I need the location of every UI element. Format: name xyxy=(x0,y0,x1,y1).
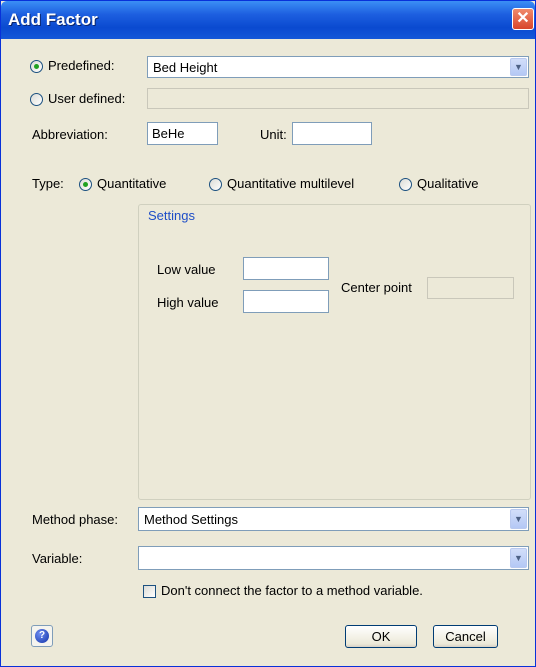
help-icon: ? xyxy=(35,629,49,643)
center-point-input[interactable] xyxy=(427,277,514,299)
settings-group xyxy=(138,204,531,500)
variable-label: Variable: xyxy=(32,551,83,566)
high-value-input[interactable] xyxy=(243,290,329,313)
chevron-down-icon[interactable]: ▼ xyxy=(510,548,527,568)
method-phase-select[interactable]: Method Settings ▼ xyxy=(138,507,529,531)
help-button[interactable]: ? xyxy=(31,625,53,647)
high-value-label: High value xyxy=(157,295,219,310)
type-quantitative-radio[interactable] xyxy=(79,178,92,191)
dont-connect-checkbox[interactable] xyxy=(143,585,156,598)
type-multilevel-label: Quantitative multilevel xyxy=(227,176,355,191)
method-phase-value: Method Settings xyxy=(144,512,238,527)
abbreviation-input[interactable]: BeHe xyxy=(147,122,218,145)
low-value-input[interactable] xyxy=(243,257,329,280)
add-factor-dialog: Add Factor ✕ Predefined: Bed Height ▼ Us… xyxy=(0,0,536,667)
method-phase-label: Method phase: xyxy=(32,512,119,527)
type-multilevel-radio[interactable] xyxy=(209,178,222,191)
dialog-title: Add Factor xyxy=(8,10,98,29)
user-defined-input[interactable] xyxy=(147,88,529,109)
settings-title: Settings xyxy=(148,208,195,223)
type-qualitative-label: Qualitative xyxy=(417,176,479,191)
abbreviation-value: BeHe xyxy=(152,126,185,141)
type-label: Type: xyxy=(32,176,64,191)
chevron-down-icon[interactable]: ▼ xyxy=(510,58,527,76)
low-value-label: Low value xyxy=(157,262,216,277)
unit-label: Unit: xyxy=(260,127,287,142)
predefined-select[interactable]: Bed Height ▼ xyxy=(147,56,529,78)
abbreviation-label: Abbreviation: xyxy=(32,127,108,142)
predefined-label: Predefined: xyxy=(48,58,115,73)
type-quantitative-label: Quantitative xyxy=(97,176,167,191)
variable-select[interactable]: ▼ xyxy=(138,546,529,570)
chevron-down-icon[interactable]: ▼ xyxy=(510,509,527,529)
type-qualitative-radio[interactable] xyxy=(399,178,412,191)
predefined-value: Bed Height xyxy=(153,60,218,75)
user-defined-label: User defined: xyxy=(48,91,126,106)
unit-input[interactable] xyxy=(292,122,372,145)
close-button[interactable]: ✕ xyxy=(512,8,534,30)
close-icon: ✕ xyxy=(516,10,530,27)
cancel-button[interactable]: Cancel xyxy=(433,625,498,648)
dont-connect-label: Don't connect the factor to a method var… xyxy=(161,583,423,598)
center-point-label: Center point xyxy=(341,280,412,295)
user-defined-radio[interactable] xyxy=(30,93,43,106)
title-bar[interactable]: Add Factor ✕ xyxy=(1,1,535,39)
predefined-radio[interactable] xyxy=(30,60,43,73)
ok-button[interactable]: OK xyxy=(345,625,417,648)
